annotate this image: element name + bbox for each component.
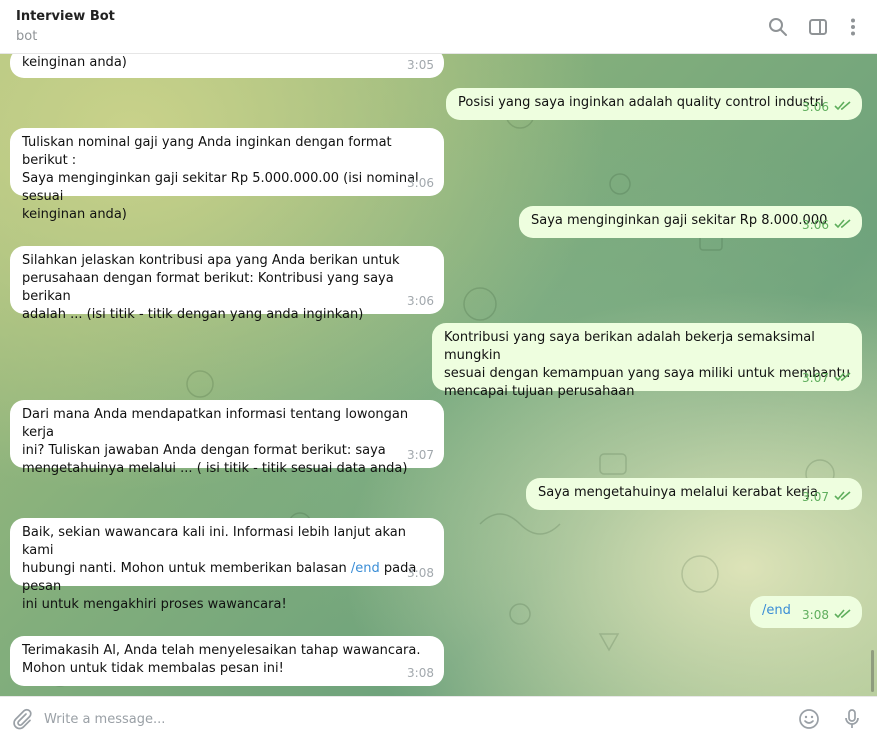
incoming-message[interactable]: Baik, sekian wawancara kali ini. Informa…	[10, 518, 444, 612]
incoming-message[interactable]: Terimakasih Al, Anda telah menyelesaikan…	[10, 636, 444, 686]
sidebar-toggle-icon[interactable]	[806, 15, 830, 39]
command-link[interactable]: /end	[762, 603, 791, 618]
message-time: 3:06	[802, 218, 829, 232]
message-area[interactable]: keinginan anda) 3:05 Posisi yang saya in…	[0, 54, 877, 696]
chat-title[interactable]: Interview Bot	[16, 9, 115, 24]
scrollbar[interactable]	[871, 650, 874, 692]
message-time: 3:06	[407, 176, 434, 190]
outgoing-message[interactable]: Posisi yang saya inginkan adalah quality…	[446, 88, 862, 120]
search-icon[interactable]	[766, 15, 790, 39]
outgoing-message[interactable]: Kontribusi yang saya berikan adalah beke…	[432, 323, 862, 399]
message-time: 3:06	[802, 100, 829, 114]
message-time: 3:08	[407, 566, 434, 580]
incoming-message[interactable]: Silahkan jelaskan kontribusi apa yang An…	[10, 246, 444, 322]
message-text: Baik, sekian wawancara kali ini. Informa…	[22, 525, 417, 612]
message-text: keinginan anda)	[22, 55, 127, 70]
message-text: Silahkan jelaskan kontribusi apa yang An…	[22, 253, 400, 322]
message-text: Tuliskan nominal gaji yang Anda inginkan…	[22, 135, 419, 222]
chat-subtitle: bot	[16, 29, 38, 44]
attach-icon[interactable]	[10, 707, 34, 731]
chat-header: Interview Bot bot	[0, 0, 877, 54]
message-text: Kontribusi yang saya berikan adalah beke…	[444, 330, 850, 399]
message-time: 3:08	[407, 666, 434, 680]
read-checkmark-icon	[834, 98, 852, 116]
message-time: 3:07	[802, 371, 829, 385]
message-input[interactable]	[44, 705, 774, 733]
command-link[interactable]: /end	[351, 561, 380, 576]
message-time: 3:07	[802, 490, 829, 504]
message-composer	[0, 696, 877, 741]
message-time: 3:08	[802, 608, 829, 622]
message-time: 3:05	[407, 58, 434, 72]
incoming-message[interactable]: Dari mana Anda mendapatkan informasi ten…	[10, 400, 444, 476]
microphone-icon[interactable]	[840, 707, 864, 731]
outgoing-message[interactable]: Saya mengetahuinya melalui kerabat kerja…	[526, 478, 862, 510]
read-checkmark-icon	[834, 369, 852, 387]
read-checkmark-icon	[834, 216, 852, 234]
read-checkmark-icon	[834, 606, 852, 624]
emoji-icon[interactable]	[797, 707, 821, 731]
incoming-message[interactable]: Tuliskan nominal gaji yang Anda inginkan…	[10, 128, 444, 222]
incoming-message[interactable]: keinginan anda) 3:05	[10, 54, 444, 78]
message-text: Terimakasih Al, Anda telah menyelesaikan…	[22, 643, 421, 676]
outgoing-message[interactable]: Saya menginginkan gaji sekitar Rp 8.000.…	[519, 206, 862, 238]
message-time: 3:07	[407, 448, 434, 462]
message-text: Posisi yang saya inginkan adalah quality…	[458, 95, 824, 110]
read-checkmark-icon	[834, 488, 852, 506]
more-vertical-icon[interactable]	[841, 15, 865, 39]
outgoing-message[interactable]: /end 3:08	[750, 596, 862, 628]
message-text: Dari mana Anda mendapatkan informasi ten…	[22, 407, 409, 476]
message-time: 3:06	[407, 294, 434, 308]
